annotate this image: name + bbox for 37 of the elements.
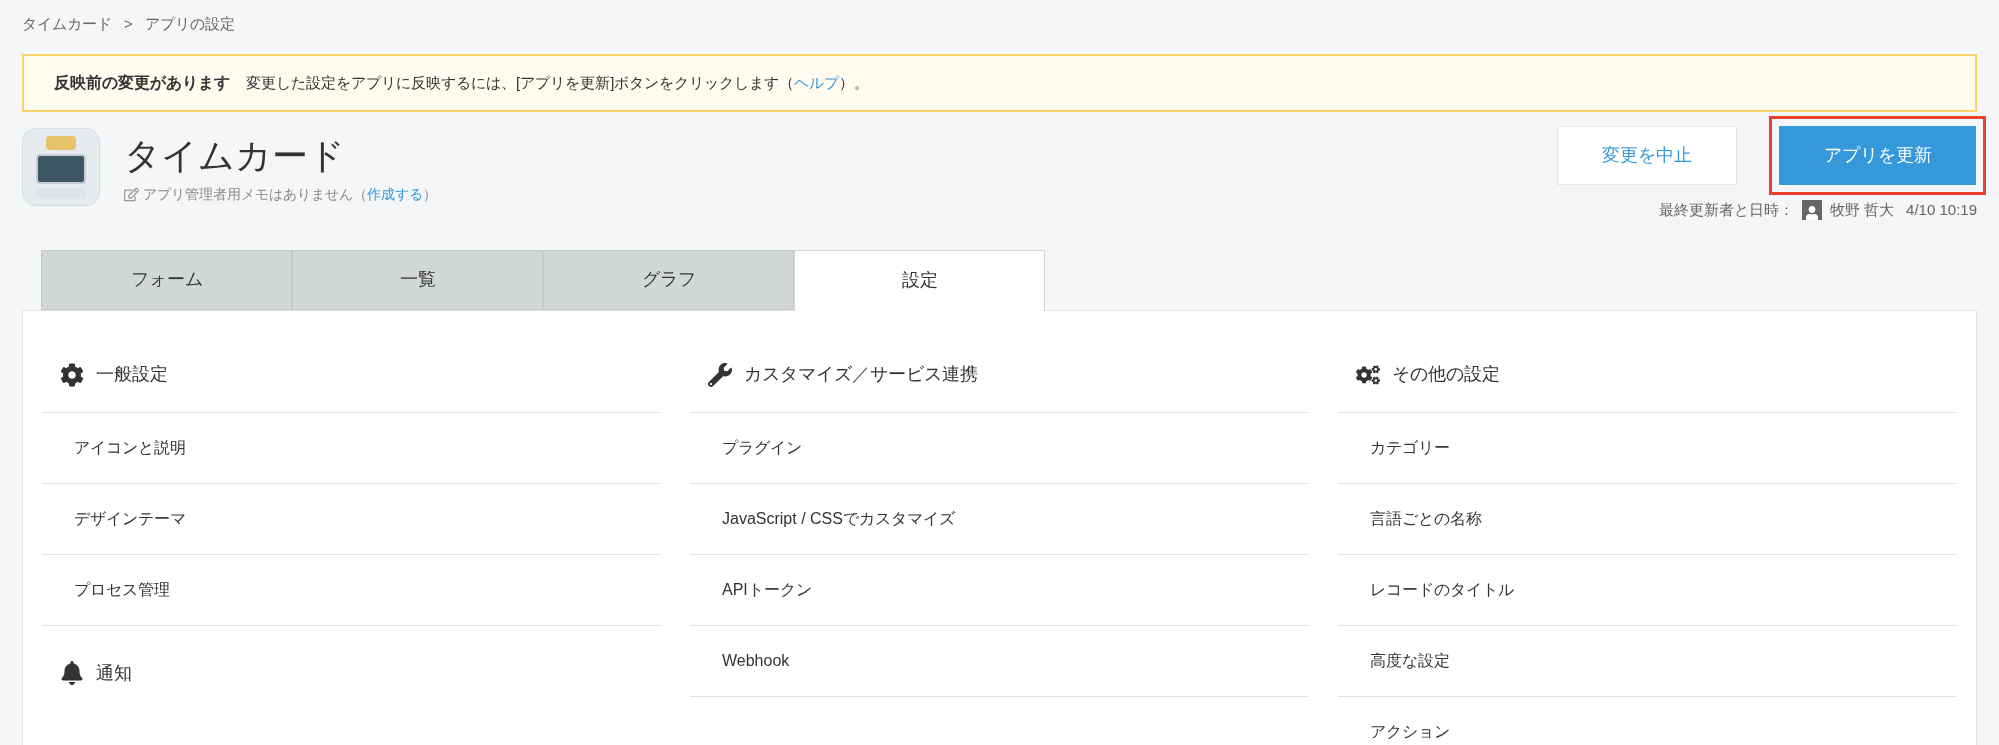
section-heading: 通知: [96, 661, 132, 685]
memo-icon: [124, 187, 139, 202]
section-heading: その他の設定: [1392, 363, 1500, 386]
tab[interactable]: グラフ: [543, 249, 794, 310]
app-icon: [22, 128, 100, 206]
settings-link[interactable]: レコードのタイトル: [1370, 577, 1514, 602]
settings-link[interactable]: JavaScript / CSSでカスタマイズ: [722, 506, 955, 531]
gears-icon: [1356, 362, 1380, 387]
settings-link[interactable]: 高度な設定: [1370, 648, 1450, 673]
breadcrumb-link[interactable]: タイムカード: [22, 12, 112, 36]
settings-link[interactable]: Webhook: [722, 648, 790, 673]
tab[interactable]: 一覧: [292, 249, 543, 310]
settings-link[interactable]: アクション: [1370, 719, 1450, 744]
user-name: 牧野 哲大: [1829, 200, 1895, 220]
user-avatar-icon: [1801, 200, 1822, 221]
section-heading: カスタマイズ／サービス連携: [744, 363, 978, 386]
settings-link[interactable]: プロセス管理: [74, 577, 170, 602]
settings-link[interactable]: APIトークン: [722, 577, 812, 602]
tab[interactable]: 設定: [794, 249, 1045, 311]
breadcrumb-current: アプリの設定: [144, 13, 235, 34]
settings-link[interactable]: デザインテーマ: [74, 506, 186, 531]
settings-link[interactable]: カテゴリー: [1370, 435, 1450, 460]
notice-title: 反映前の変更があります: [54, 73, 230, 93]
update-time: 4/10 10:19: [1906, 200, 1977, 220]
memo-text: アプリ管理者用メモはありません（作成する）: [143, 185, 437, 204]
settings-link[interactable]: 言語ごとの名称: [1370, 506, 1482, 531]
app-title: タイムカード: [124, 134, 346, 178]
last-updated-label: 最終更新者と日時：: [1658, 200, 1794, 220]
section-heading: 一般設定: [96, 363, 168, 386]
bell-icon: [60, 661, 84, 685]
tab[interactable]: フォーム: [41, 249, 292, 310]
settings-link[interactable]: アイコンと説明: [74, 435, 186, 460]
settings-link[interactable]: プラグイン: [722, 435, 802, 460]
notice-message: 変更した設定をアプリに反映するには、[アプリを更新]ボタンをクリックします（ヘルプ）。: [246, 72, 870, 93]
breadcrumb-separator: >: [124, 13, 133, 34]
wrench-icon: [708, 362, 732, 387]
gear-icon: [60, 362, 84, 387]
